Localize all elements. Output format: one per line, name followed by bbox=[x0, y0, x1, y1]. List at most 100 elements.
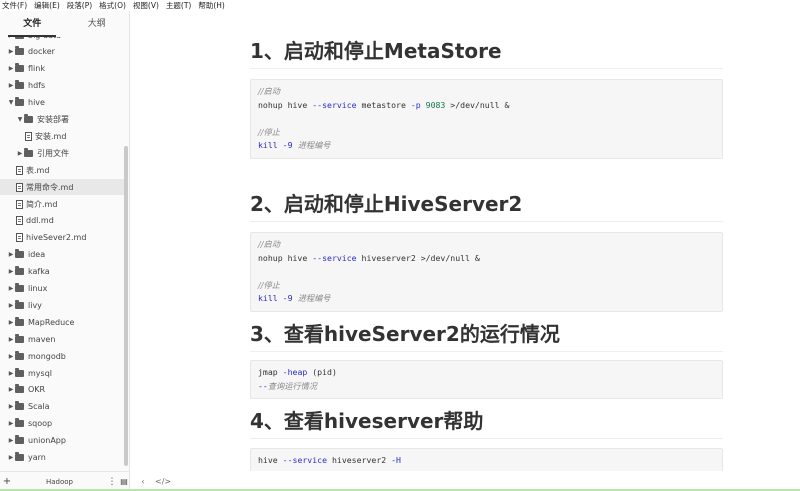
tree-folder-item[interactable]: ▶ yarn bbox=[0, 450, 124, 466]
tree-file-item[interactable]: hiveSever2.md bbox=[0, 230, 124, 246]
caret-right-icon[interactable]: ▶ bbox=[16, 150, 24, 157]
code-comment: //停止 bbox=[258, 126, 280, 137]
tab-outline[interactable]: 大纲 bbox=[65, 11, 130, 37]
file-icon bbox=[16, 233, 23, 243]
editor[interactable]: 1、启动和停止MetaStore //启动 nohup hive --servi… bbox=[131, 11, 800, 471]
caret-right-icon[interactable]: ▶ bbox=[7, 370, 15, 377]
tree-folder-item[interactable]: ▼ 安装部署 bbox=[0, 112, 124, 128]
more-options-icon[interactable]: ⋮ bbox=[106, 477, 118, 487]
caret-right-icon[interactable]: ▶ bbox=[7, 336, 15, 343]
caret-right-icon[interactable]: ▶ bbox=[7, 251, 15, 258]
tree-folder-item[interactable]: ▶ idea bbox=[0, 247, 124, 263]
tree-folder-item[interactable]: ▶ big data bbox=[0, 37, 124, 43]
folder-icon bbox=[15, 418, 24, 428]
tree-item-label: hdfs bbox=[28, 81, 46, 91]
tree-folder-item[interactable]: ▶ mysql bbox=[0, 365, 124, 381]
tree-item-label: ddl.md bbox=[26, 216, 54, 226]
code-block-hiveserver2[interactable]: //启动 nohup hive --service hiveserver2 >/… bbox=[250, 232, 723, 312]
code-keyword: -p bbox=[410, 99, 421, 110]
caret-right-icon[interactable]: ▶ bbox=[7, 386, 15, 393]
code-block-help[interactable]: hive --service hiveserver2 -H bbox=[250, 448, 723, 471]
folder-icon bbox=[15, 333, 24, 343]
caret-right-icon[interactable]: ▶ bbox=[7, 420, 15, 427]
folder-icon bbox=[24, 114, 33, 123]
folder-icon bbox=[15, 80, 24, 90]
tree-file-item[interactable]: 常用命令.md bbox=[0, 179, 124, 196]
caret-down-icon[interactable]: ▼ bbox=[16, 116, 24, 123]
code-keyword: -heap bbox=[282, 367, 308, 377]
code-text: >/dev/null & bbox=[445, 99, 510, 110]
sidebar-scrollbar[interactable] bbox=[124, 146, 128, 466]
folder-icon bbox=[15, 401, 24, 411]
menu-view[interactable]: 视图(V) bbox=[133, 0, 159, 11]
tree-folder-item[interactable]: ▼ hive bbox=[0, 95, 124, 111]
add-file-button[interactable]: + bbox=[1, 476, 13, 487]
folder-icon bbox=[15, 266, 24, 276]
tree-folder-item[interactable]: ▶ mongodb bbox=[0, 348, 124, 364]
caret-right-icon[interactable]: ▶ bbox=[7, 285, 15, 292]
caret-right-icon[interactable]: ▶ bbox=[7, 319, 15, 326]
menu-paragraph[interactable]: 段落(P) bbox=[67, 0, 92, 11]
caret-right-icon[interactable]: ▶ bbox=[7, 65, 15, 72]
menu-edit[interactable]: 编辑(E) bbox=[34, 0, 60, 11]
caret-right-icon[interactable]: ▶ bbox=[7, 353, 15, 360]
tree-item-label: flink bbox=[28, 64, 45, 74]
caret-right-icon[interactable]: ▶ bbox=[7, 268, 15, 275]
tree-folder-item[interactable]: ▶ Scala bbox=[0, 399, 124, 415]
code-text: hive bbox=[258, 455, 283, 465]
menu-help[interactable]: 帮助(H) bbox=[198, 0, 225, 11]
tree-folder-item[interactable]: ▶ OKR bbox=[0, 382, 124, 398]
tree-folder-item[interactable]: ▶ sqoop bbox=[0, 416, 124, 432]
tree-item-label: idea bbox=[28, 250, 46, 260]
tree-file-item[interactable]: 表.md bbox=[0, 162, 124, 178]
code-comment: 进程编号 bbox=[292, 140, 331, 150]
file-tree: ▶ big data ▶ docker ▶ flink ▶ hdfs ▼ hive ▼ 安装部署安装.… bbox=[0, 37, 124, 467]
caret-right-icon[interactable]: ▶ bbox=[7, 82, 15, 89]
tree-folder-item[interactable]: ▶ maven bbox=[0, 331, 124, 347]
caret-right-icon[interactable]: ▶ bbox=[7, 302, 15, 309]
tree-folder-item[interactable]: ▶ unionApp bbox=[0, 433, 124, 449]
tree-folder-item[interactable]: ▶ flink bbox=[0, 61, 124, 77]
tree-item-label: hive bbox=[28, 98, 45, 108]
tree-item-label: Scala bbox=[28, 402, 50, 412]
toggle-sidebar-icon[interactable]: ‹ bbox=[137, 477, 149, 486]
tree-file-item[interactable]: ddl.md bbox=[0, 213, 124, 229]
menu-file[interactable]: 文件(F) bbox=[2, 0, 27, 11]
code-text: metastore bbox=[356, 99, 411, 110]
tree-folder-item[interactable]: ▶ 引用文件 bbox=[0, 145, 124, 161]
list-view-icon[interactable]: ▤ bbox=[118, 477, 129, 486]
sidebar-tabs: 文件 大纲 bbox=[0, 11, 129, 37]
folder-icon bbox=[15, 350, 24, 360]
caret-right-icon[interactable]: ▶ bbox=[7, 403, 15, 410]
heading-hiveserver2-status: 3、查看hiveServer2的运行情况 bbox=[250, 318, 723, 352]
tree-folder-item[interactable]: ▶ MapReduce bbox=[0, 314, 124, 330]
tree-folder-item[interactable]: ▶ kafka bbox=[0, 264, 124, 280]
tree-folder-item[interactable]: ▶ hdfs bbox=[0, 78, 124, 94]
menu-theme[interactable]: 主题(T) bbox=[166, 0, 191, 11]
editor-footer: ‹ </> bbox=[131, 471, 800, 491]
tree-file-item[interactable]: 简介.md bbox=[0, 196, 124, 212]
code-block-metastore[interactable]: //启动 nohup hive --service metastore -p 9… bbox=[250, 79, 723, 159]
tree-folder-item[interactable]: ▶ livy bbox=[0, 297, 124, 313]
tree-item-label: 引用文件 bbox=[37, 148, 69, 158]
tab-files[interactable]: 文件 bbox=[0, 11, 65, 37]
caret-right-icon[interactable]: ▶ bbox=[7, 37, 15, 39]
code-keyword: -H bbox=[391, 455, 401, 465]
code-block-jmap[interactable]: jmap -heap (pid) --查询运行情况 bbox=[250, 360, 723, 399]
menu-format[interactable]: 格式(O) bbox=[99, 0, 126, 11]
heading-hiveserver2: 2、启动和停止HiveServer2 bbox=[250, 188, 723, 222]
file-icon bbox=[16, 199, 23, 209]
code-comment: 进程编号 bbox=[292, 293, 331, 303]
tree-item-label: hiveSever2.md bbox=[26, 233, 87, 243]
folder-icon bbox=[15, 384, 24, 394]
tree-file-item[interactable]: 安装.md bbox=[0, 128, 124, 144]
tree-folder-item[interactable]: ▶ linux bbox=[0, 281, 124, 297]
folder-icon bbox=[15, 46, 24, 56]
caret-down-icon[interactable]: ▼ bbox=[7, 99, 15, 106]
caret-right-icon[interactable]: ▶ bbox=[7, 454, 15, 461]
folder-icon bbox=[15, 435, 24, 445]
caret-right-icon[interactable]: ▶ bbox=[7, 48, 15, 55]
caret-right-icon[interactable]: ▶ bbox=[7, 437, 15, 444]
tree-folder-item[interactable]: ▶ docker bbox=[0, 44, 124, 60]
source-mode-icon[interactable]: </> bbox=[155, 477, 171, 486]
